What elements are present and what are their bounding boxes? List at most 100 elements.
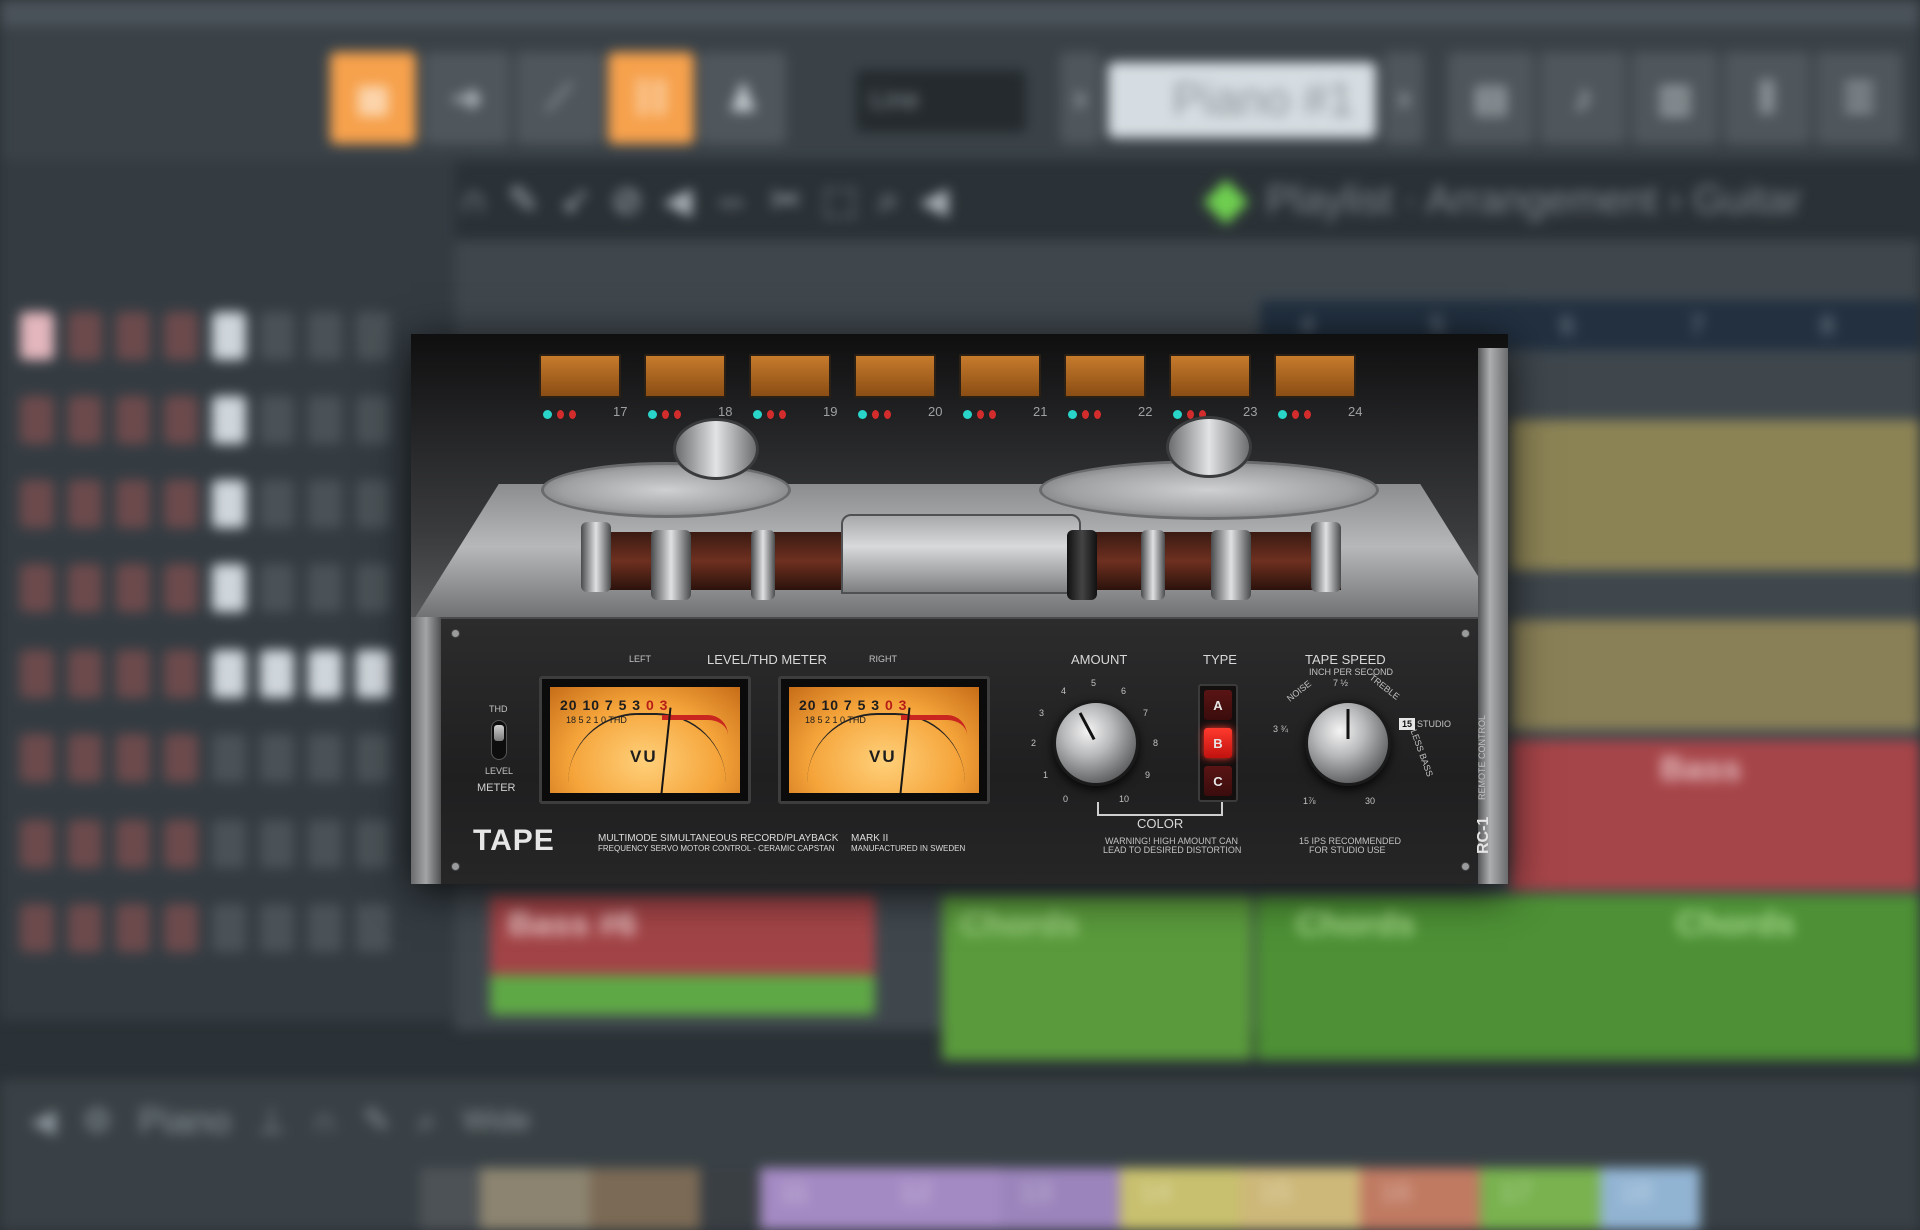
step[interactable]: [260, 396, 294, 444]
snap-select[interactable]: Line: [856, 70, 1026, 132]
step[interactable]: [212, 904, 246, 952]
step[interactable]: [356, 904, 390, 952]
prev-pattern-button[interactable]: ›: [1060, 52, 1100, 144]
step[interactable]: [308, 312, 342, 360]
settings-icon[interactable]: ⚙: [82, 1101, 112, 1141]
step[interactable]: [308, 734, 342, 782]
magnet-icon[interactable]: ∩: [460, 179, 487, 222]
amount-knob[interactable]: [1053, 700, 1139, 786]
step[interactable]: [20, 904, 54, 952]
piano-roll-icon[interactable]: ♪: [1540, 52, 1626, 144]
browser-icon[interactable]: ☰: [1816, 52, 1902, 144]
metronome-icon[interactable]: ♟: [700, 52, 786, 144]
meter-mode-switch[interactable]: [491, 720, 507, 760]
stamp-icon[interactable]: ⊥: [257, 1101, 287, 1141]
guitar-clip[interactable]: [1510, 420, 1920, 570]
type-a-button[interactable]: A: [1204, 690, 1232, 720]
step[interactable]: [68, 564, 102, 612]
pencil-icon[interactable]: ✎: [363, 1101, 392, 1141]
playlist-icon[interactable]: ▤: [1448, 52, 1534, 144]
clip[interactable]: [490, 975, 875, 1015]
delete-icon[interactable]: ⊘: [611, 178, 643, 223]
step[interactable]: [260, 480, 294, 528]
step[interactable]: [356, 734, 390, 782]
slip-icon[interactable]: ⇔: [712, 179, 750, 222]
step[interactable]: [260, 734, 294, 782]
speaker-icon[interactable]: ◀: [919, 178, 948, 223]
step[interactable]: [68, 904, 102, 952]
channel-rack-icon[interactable]: ▥: [1632, 52, 1718, 144]
step[interactable]: [356, 650, 390, 698]
step[interactable]: [68, 480, 102, 528]
step[interactable]: [164, 312, 198, 360]
zoom-icon[interactable]: ⌕: [878, 179, 899, 222]
step[interactable]: [260, 650, 294, 698]
step[interactable]: [20, 650, 54, 698]
step[interactable]: [212, 312, 246, 360]
step[interactable]: [68, 734, 102, 782]
step[interactable]: [116, 650, 150, 698]
channel-name[interactable]: Piano: [139, 1100, 231, 1142]
bass-clip[interactable]: Bass: [1510, 740, 1920, 890]
step[interactable]: [212, 650, 246, 698]
type-c-button[interactable]: C: [1204, 766, 1232, 796]
step[interactable]: [260, 564, 294, 612]
step[interactable]: [116, 480, 150, 528]
chords-clip[interactable]: Chords: [942, 895, 1252, 1060]
step[interactable]: [164, 480, 198, 528]
step[interactable]: [164, 820, 198, 868]
step[interactable]: [308, 396, 342, 444]
switch-nub[interactable]: [494, 725, 504, 741]
step[interactable]: [212, 396, 246, 444]
step[interactable]: [20, 734, 54, 782]
step[interactable]: [20, 396, 54, 444]
step[interactable]: [260, 312, 294, 360]
step[interactable]: [212, 564, 246, 612]
audio-clip[interactable]: [1510, 620, 1920, 730]
step[interactable]: [116, 820, 150, 868]
step[interactable]: [308, 650, 342, 698]
step[interactable]: [356, 480, 390, 528]
step[interactable]: [164, 564, 198, 612]
step[interactable]: [68, 820, 102, 868]
step[interactable]: [116, 734, 150, 782]
type-b-button[interactable]: B: [1204, 728, 1232, 758]
step[interactable]: [308, 820, 342, 868]
step[interactable]: [356, 820, 390, 868]
zoom-icon[interactable]: ⌕: [417, 1102, 436, 1141]
arrow-right-icon[interactable]: ➜: [424, 52, 510, 144]
mixer-icon[interactable]: ⫼: [1724, 52, 1810, 144]
step[interactable]: [356, 396, 390, 444]
pencil-icon[interactable]: ✎: [507, 178, 539, 223]
step[interactable]: [212, 820, 246, 868]
next-pattern-button[interactable]: ›: [1384, 52, 1424, 144]
step[interactable]: [212, 480, 246, 528]
step[interactable]: [116, 564, 150, 612]
step[interactable]: [308, 564, 342, 612]
link-button[interactable]: ⛓: [608, 52, 694, 144]
step[interactable]: [116, 312, 150, 360]
tape-speed-knob[interactable]: [1305, 700, 1391, 786]
step[interactable]: [164, 734, 198, 782]
step[interactable]: [164, 396, 198, 444]
step[interactable]: [164, 904, 198, 952]
speaker-icon[interactable]: ◀: [30, 1101, 56, 1141]
pattern-selector[interactable]: Piano #1: [1108, 62, 1376, 138]
step[interactable]: [20, 820, 54, 868]
step[interactable]: [20, 480, 54, 528]
paint-icon[interactable]: ➶: [559, 178, 591, 223]
step[interactable]: [260, 820, 294, 868]
step[interactable]: [260, 904, 294, 952]
step[interactable]: [356, 312, 390, 360]
step[interactable]: [356, 564, 390, 612]
typing-keyboard-button[interactable]: ▦: [330, 52, 416, 144]
step[interactable]: [20, 564, 54, 612]
step[interactable]: [308, 480, 342, 528]
step[interactable]: [116, 396, 150, 444]
step[interactable]: [20, 312, 54, 360]
step[interactable]: [68, 312, 102, 360]
slice-icon[interactable]: ✂: [770, 178, 802, 223]
step[interactable]: [164, 650, 198, 698]
step[interactable]: [212, 734, 246, 782]
mute-icon[interactable]: ◀: [663, 178, 692, 223]
